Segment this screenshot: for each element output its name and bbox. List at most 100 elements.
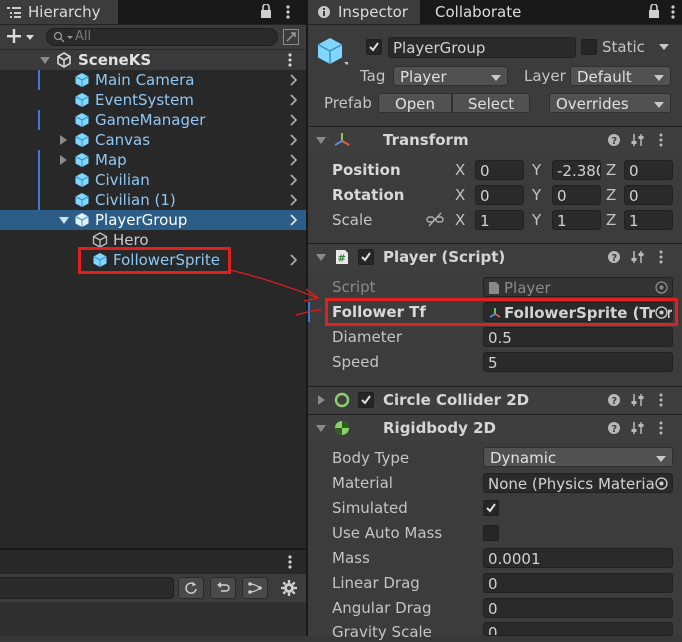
position-x-field[interactable]: 0: [475, 160, 524, 180]
position-z-field[interactable]: 0: [624, 160, 673, 180]
mass-field[interactable]: 0.0001: [483, 548, 673, 568]
chevron-down-icon: [491, 75, 501, 81]
chevron-right-icon[interactable]: [290, 214, 298, 226]
gameobject-cube-icon[interactable]: [316, 36, 348, 68]
chevron-right-icon[interactable]: [290, 114, 298, 126]
overrides-dropdown[interactable]: Overrides: [549, 93, 671, 113]
static-checkbox[interactable]: [581, 39, 597, 55]
linear-drag-field[interactable]: 0: [483, 573, 673, 593]
rigidbody-header[interactable]: Rigidbody 2D ?: [308, 414, 682, 441]
fold-toggle[interactable]: [40, 57, 50, 64]
rotation-y-field[interactable]: 0: [552, 185, 601, 205]
help-icon[interactable]: ?: [608, 421, 620, 435]
kebab-menu-icon[interactable]: [287, 52, 293, 68]
hierarchy-item-civilian[interactable]: Civilian: [0, 170, 306, 190]
cube-icon: [74, 92, 90, 108]
hierarchy-item-canvas[interactable]: Canvas: [0, 130, 306, 150]
tab-hierarchy[interactable]: Hierarchy: [0, 0, 118, 24]
transform-header[interactable]: Transform ?: [308, 126, 682, 153]
circle-collider-header[interactable]: Circle Collider 2D ?: [308, 386, 682, 413]
help-icon[interactable]: ?: [608, 133, 620, 147]
enabled-checkbox[interactable]: [358, 392, 374, 408]
prefab-open-button[interactable]: Open: [378, 93, 452, 113]
search-input[interactable]: All: [46, 28, 278, 46]
tab-collaborate[interactable]: Collaborate: [422, 0, 542, 24]
scale-z-field[interactable]: 1: [624, 210, 673, 230]
gravity-scale-field[interactable]: 0: [483, 622, 673, 636]
scale-x-field[interactable]: 1: [475, 210, 524, 230]
kebab-menu-icon[interactable]: [658, 421, 664, 435]
item-label: Map: [95, 151, 127, 169]
hierarchy-item-map[interactable]: Map: [0, 150, 306, 170]
auto-mass-checkbox[interactable]: [483, 525, 499, 541]
fold-toggle[interactable]: [59, 217, 69, 224]
rigidbody-title: Rigidbody 2D: [383, 419, 496, 437]
fold-toggle[interactable]: [318, 395, 325, 405]
refresh-button[interactable]: [178, 577, 204, 599]
chevron-right-icon[interactable]: [290, 194, 298, 206]
tag-dropdown[interactable]: Player: [393, 66, 508, 86]
active-checkbox[interactable]: [366, 39, 382, 55]
enabled-checkbox[interactable]: [358, 249, 374, 265]
chevron-right-icon[interactable]: [290, 134, 298, 146]
chevron-down-icon: [654, 102, 664, 108]
presets-icon[interactable]: [631, 421, 645, 435]
chevron-right-icon[interactable]: [290, 174, 298, 186]
kebab-menu-icon[interactable]: [285, 4, 291, 20]
presets-icon[interactable]: [631, 250, 645, 264]
kebab-menu-icon[interactable]: [658, 133, 664, 147]
player-script-header[interactable]: # Player (Script) ?: [308, 243, 682, 270]
kebab-menu-icon[interactable]: [658, 250, 664, 264]
material-field[interactable]: None (Physics Materia: [483, 473, 673, 493]
undo-button[interactable]: [210, 577, 236, 599]
rotation-x-field[interactable]: 0: [475, 185, 524, 205]
presets-icon[interactable]: [631, 393, 645, 407]
link-icon[interactable]: [426, 212, 444, 228]
scene-visibility-icon[interactable]: [283, 29, 299, 45]
fold-toggle[interactable]: [316, 137, 326, 144]
help-icon[interactable]: ?: [608, 393, 620, 407]
hierarchy-item-eventsystem[interactable]: EventSystem: [0, 90, 306, 110]
tab-inspector[interactable]: Inspector: [308, 0, 420, 24]
kebab-menu-icon[interactable]: [287, 554, 293, 570]
kebab-menu-icon[interactable]: [670, 4, 676, 20]
hierarchy-item-civilian-1[interactable]: Civilian (1): [0, 190, 306, 210]
info-icon: [317, 5, 331, 19]
lock-icon[interactable]: [647, 4, 661, 18]
hierarchy-item-gamemanager[interactable]: GameManager: [0, 110, 306, 130]
scale-y-field[interactable]: 1: [552, 210, 601, 230]
object-picker-icon[interactable]: [655, 477, 668, 490]
diameter-field[interactable]: 0.5: [483, 327, 673, 347]
lock-icon[interactable]: [259, 4, 273, 18]
layer-value: Default: [577, 68, 632, 86]
hierarchy-item-playergroup[interactable]: PlayerGroup: [0, 210, 306, 230]
fold-toggle[interactable]: [316, 254, 326, 261]
branch-button[interactable]: [242, 577, 268, 599]
chevron-right-icon[interactable]: [290, 74, 298, 86]
presets-icon[interactable]: [631, 133, 645, 147]
hierarchy-item-main-camera[interactable]: Main Camera: [0, 70, 306, 90]
add-icon[interactable]: [6, 28, 36, 46]
prefab-select-button[interactable]: Select: [452, 93, 530, 113]
fold-toggle[interactable]: [60, 135, 67, 145]
search-input[interactable]: [0, 577, 174, 599]
rotation-z-field[interactable]: 0: [624, 185, 673, 205]
angular-drag-field[interactable]: 0: [483, 598, 673, 618]
chevron-right-icon[interactable]: [290, 154, 298, 166]
help-icon[interactable]: ?: [608, 250, 620, 264]
kebab-menu-icon[interactable]: [658, 393, 664, 407]
gear-icon[interactable]: [281, 580, 297, 596]
annotation-arrow: [229, 269, 322, 316]
chevron-right-icon[interactable]: [290, 94, 298, 106]
simulated-checkbox[interactable]: [483, 500, 499, 516]
object-name-field[interactable]: PlayerGroup: [388, 37, 576, 58]
fold-toggle[interactable]: [60, 155, 67, 165]
position-y-field[interactable]: -2.380: [552, 160, 601, 180]
body-type-dropdown[interactable]: Dynamic: [483, 447, 673, 467]
chevron-down-icon: [654, 75, 664, 81]
chevron-down-icon[interactable]: [659, 44, 669, 51]
scene-row[interactable]: SceneKS: [0, 50, 306, 70]
layer-dropdown[interactable]: Default: [570, 66, 671, 86]
speed-field[interactable]: 5: [483, 352, 673, 372]
fold-toggle[interactable]: [316, 425, 326, 432]
